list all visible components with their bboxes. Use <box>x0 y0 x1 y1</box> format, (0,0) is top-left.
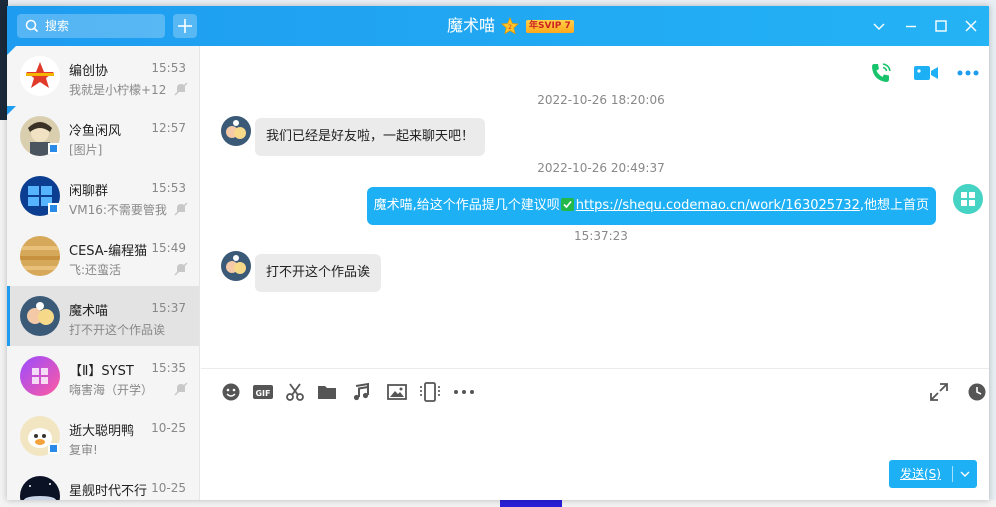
message-bubble-incoming[interactable]: 我们已经是好友啦，一起来聊天吧！ <box>255 118 486 156</box>
folder-icon[interactable] <box>317 382 337 402</box>
avatar <box>20 296 60 336</box>
conversation-name: CESA-编程猫 <box>69 244 147 259</box>
message-text: ,他想上首页 <box>859 198 929 213</box>
svg-text:GIF: GIF <box>255 389 270 398</box>
conversation-name: 逝大聪明鸭 <box>69 424 135 439</box>
window-title: 魔术喵 <box>447 16 496 35</box>
history-clock-icon[interactable] <box>967 382 987 402</box>
message-timestamp: 2022-10-26 20:49:37 <box>537 161 665 175</box>
image-icon[interactable] <box>387 382 407 402</box>
conversation-item[interactable]: 编创协 15:53 我就是小柠檬+12 <box>7 46 199 106</box>
vip-badge: 年SVIP 7 <box>526 20 574 33</box>
pinned-corner <box>7 106 16 115</box>
avatar <box>953 184 983 214</box>
conversation-preview: 打不开这个作品诶 <box>69 323 166 337</box>
conversation-name: 魔术喵 <box>69 304 109 319</box>
conversation-list[interactable]: 编创协 15:53 我就是小柠檬+12 冷鱼闲风 12:57 [图片] 闲聊群 … <box>7 46 200 500</box>
send-button-label: 发送(S) <box>900 467 941 481</box>
avatar <box>20 356 60 396</box>
conversation-preview: 嗨害海（开学） <box>69 383 154 397</box>
mute-icon <box>174 262 188 276</box>
conversation-time: 12:57 <box>151 121 186 135</box>
chevron-down-icon[interactable] <box>871 18 887 34</box>
check-icon <box>560 197 574 211</box>
conversation-preview: 复审! <box>69 443 98 457</box>
avatar <box>20 476 60 500</box>
conversation-name: 【Ⅱ】SYST <box>69 364 134 379</box>
conversation-preview: [图片] <box>69 143 103 157</box>
maximize-icon[interactable] <box>933 18 949 34</box>
svg-text:2: 2 <box>508 24 512 31</box>
online-status-icon <box>48 443 59 454</box>
conversation-name: 闲聊群 <box>69 184 109 199</box>
phone-call-icon[interactable] <box>869 61 893 85</box>
avatar <box>20 56 60 96</box>
message-link[interactable]: https://shequ.codemao.cn/work/163025732 <box>576 198 860 213</box>
search-placeholder: 搜索 <box>45 19 70 33</box>
gif-icon[interactable]: GIF <box>252 382 274 402</box>
music-icon[interactable] <box>351 382 371 402</box>
conversation-name: 星舰时代不行 <box>69 484 147 499</box>
search-box[interactable]: 搜索 <box>17 14 165 38</box>
emoji-icon[interactable] <box>221 382 241 402</box>
send-separator <box>952 466 953 482</box>
conversation-time: 10-25 <box>151 421 186 435</box>
desktop-bottom <box>0 500 996 507</box>
chevron-down-icon[interactable] <box>957 466 973 482</box>
message-bubble-outgoing[interactable]: 魔术喵,给这个作品提几个建议呗 https://shequ.codemao.cn/… <box>366 187 936 225</box>
conversation-item[interactable]: 逝大聪明鸭 10-25 复审! <box>7 406 199 466</box>
vip-star-icon: 2 <box>501 17 519 35</box>
message-text: 魔术喵,给这个作品提几个建议呗 <box>373 198 560 213</box>
avatar <box>221 251 251 281</box>
screen-share-icon[interactable] <box>419 382 441 402</box>
conversation-time: 10-25 <box>151 481 186 495</box>
minimize-icon[interactable] <box>903 18 919 34</box>
conversation-time: 15:49 <box>151 241 186 255</box>
conversation-preview: VM16:不需要管我 <box>69 203 167 217</box>
send-button[interactable]: 发送(S) <box>889 460 977 488</box>
more-options-icon[interactable] <box>957 70 979 76</box>
online-status-icon <box>48 203 59 214</box>
search-icon <box>25 19 39 33</box>
mute-icon <box>174 82 188 96</box>
conversation-item[interactable]: 星舰时代不行 10-25 <box>7 466 199 500</box>
scissors-icon[interactable] <box>285 382 305 402</box>
message-bubble-incoming[interactable]: 打不开这个作品诶 <box>255 254 382 292</box>
avatar <box>20 236 60 276</box>
avatar <box>221 116 251 146</box>
conversation-time: 15:35 <box>151 361 186 375</box>
conversation-item[interactable]: CESA-编程猫 15:49 飞:还蛮活 <box>7 226 199 286</box>
conversation-time: 15:53 <box>151 61 186 75</box>
conversation-preview: 我就是小柠檬+12 <box>69 83 167 97</box>
more-icon[interactable] <box>453 382 475 402</box>
conversation-item[interactable]: 闲聊群 15:53 VM16:不需要管我 <box>7 166 199 226</box>
input-divider <box>201 368 989 369</box>
chat-panel: 2022-10-26 18:20:06 我们已经是好友啦，一起来聊天吧！ 202… <box>201 46 989 500</box>
mute-icon <box>174 202 188 216</box>
mute-icon <box>174 382 188 396</box>
pinned-corner <box>7 46 16 55</box>
message-timestamp: 15:37:23 <box>574 229 628 243</box>
add-button[interactable] <box>173 14 197 38</box>
conversation-time: 15:37 <box>151 301 186 315</box>
conversation-name: 冷鱼闲风 <box>69 124 122 139</box>
online-status-icon <box>48 143 59 154</box>
plus-icon <box>178 19 192 33</box>
chat-window: 搜索 魔术喵 2 年SVIP 7 编创协 15:53 我就是小柠檬+12 冷鱼闲… <box>7 6 989 500</box>
video-call-icon[interactable] <box>913 61 939 85</box>
conversation-item-active[interactable]: 魔术喵 15:37 打不开这个作品诶 <box>7 286 199 346</box>
close-icon[interactable] <box>963 18 979 34</box>
conversation-name: 编创协 <box>69 64 109 79</box>
conversation-preview: 飞:还蛮活 <box>69 263 122 277</box>
conversation-item[interactable]: 冷鱼闲风 12:57 [图片] <box>7 106 199 166</box>
message-timestamp: 2022-10-26 18:20:06 <box>537 93 665 107</box>
title-bar: 搜索 魔术喵 2 年SVIP 7 <box>7 6 989 46</box>
expand-icon[interactable] <box>929 382 949 402</box>
conversation-time: 15:53 <box>151 181 186 195</box>
conversation-item[interactable]: 【Ⅱ】SYST 15:35 嗨害海（开学） <box>7 346 199 406</box>
